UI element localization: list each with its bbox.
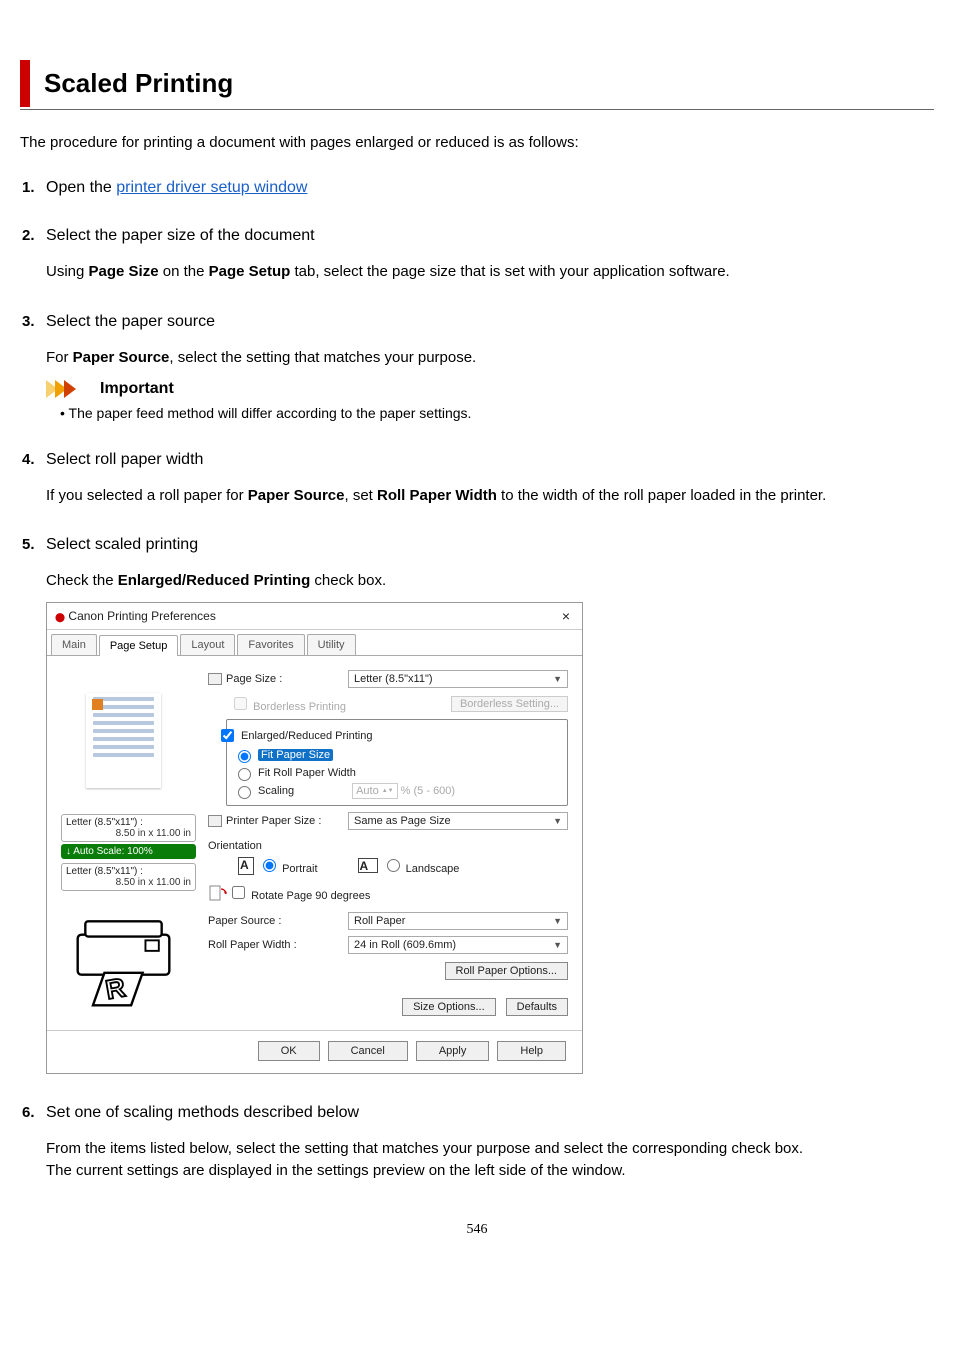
step6-body1: From the items listed below, select the … <box>46 1138 934 1160</box>
step5-body: Check the Enlarged/Reduced Printing chec… <box>46 570 934 592</box>
important-label: Important <box>100 380 174 398</box>
page-size-select[interactable]: Letter (8.5"x11")▼ <box>348 670 568 688</box>
printer-paper-size-icon <box>208 815 222 827</box>
rotate-90-checkbox[interactable]: Rotate Page 90 degrees <box>228 883 370 902</box>
output-size-caption: Letter (8.5"x11") : 8.50 in x 11.00 in <box>61 863 196 891</box>
enlarged-reduced-group: Enlarged/Reduced Printing Fit Paper Size… <box>226 719 568 806</box>
orientation-label: Orientation <box>208 840 568 852</box>
enlarged-reduced-checkbox[interactable]: Enlarged/Reduced Printing <box>217 726 561 745</box>
important-bullet: The paper feed method will differ accord… <box>60 405 934 421</box>
original-size-caption: Letter (8.5"x11") : 8.50 in x 11.00 in <box>61 814 196 842</box>
chevron-down-icon: ▼ <box>553 816 562 826</box>
paper-source-label: Paper Source : <box>208 915 348 927</box>
step5-head: Select scaled printing <box>46 536 934 554</box>
printer-paper-size-label: Printer Paper Size : <box>226 815 321 827</box>
roll-paper-width-select[interactable]: 24 in Roll (609.6mm)▼ <box>348 936 568 954</box>
dialog-title: ⬤ Canon Printing Preferences <box>55 609 216 623</box>
close-icon[interactable]: × <box>558 608 574 624</box>
step2-head: Select the paper size of the document <box>46 227 934 245</box>
portrait-icon: A <box>238 857 254 875</box>
intro-text: The procedure for printing a document wi… <box>20 134 934 151</box>
dialog-tabs: Main Page Setup Layout Favorites Utility <box>47 630 582 656</box>
page-size-icon <box>208 673 222 685</box>
page-size-label: Page Size : <box>226 673 282 685</box>
step2-body: Using Page Size on the Page Setup tab, s… <box>46 261 934 283</box>
chevron-down-icon: ▼ <box>553 916 562 926</box>
title-underline <box>20 109 934 110</box>
important-icon <box>46 379 94 399</box>
document-preview <box>61 670 186 810</box>
chevron-down-icon: ▼ <box>553 674 562 684</box>
chevron-down-icon: ▼ <box>553 940 562 950</box>
step6-head: Set one of scaling methods described bel… <box>46 1104 934 1122</box>
paper-source-select[interactable]: Roll Paper▼ <box>348 912 568 930</box>
step1-prefix: Open the <box>46 179 116 196</box>
step6-body2: The current settings are displayed in th… <box>46 1160 934 1182</box>
printer-illustration: R <box>61 901 186 1016</box>
step3-head: Select the paper source <box>46 313 934 331</box>
size-options-button[interactable]: Size Options... <box>402 998 496 1016</box>
roll-paper-options-button[interactable]: Roll Paper Options... <box>445 962 569 980</box>
tab-layout[interactable]: Layout <box>180 634 235 655</box>
roll-paper-width-label: Roll Paper Width : <box>208 939 348 951</box>
borderless-setting-button: Borderless Setting... <box>451 696 568 712</box>
printer-paper-size-select[interactable]: Same as Page Size▼ <box>348 812 568 830</box>
page-number: 546 <box>20 1222 934 1238</box>
ok-button[interactable]: OK <box>258 1041 320 1061</box>
fit-paper-size-radio[interactable]: Fit Paper Size <box>233 747 561 763</box>
step1-head: Open the printer driver setup window <box>46 179 307 196</box>
step4-head: Select roll paper width <box>46 451 934 469</box>
apply-button[interactable]: Apply <box>416 1041 490 1061</box>
rotate-icon <box>208 884 228 902</box>
print-preferences-dialog: ⬤ Canon Printing Preferences × Main Page… <box>46 602 583 1074</box>
printer-driver-setup-link[interactable]: printer driver setup window <box>116 179 307 196</box>
borderless-printing-checkbox[interactable]: Borderless Printing <box>230 694 346 713</box>
tab-main[interactable]: Main <box>51 634 97 655</box>
portrait-radio[interactable]: Portrait <box>258 856 318 875</box>
help-button[interactable]: Help <box>497 1041 566 1061</box>
scaling-radio[interactable]: Scaling Auto▲▼ % (5 - 600) <box>233 783 561 799</box>
scaling-spinner: Auto▲▼ <box>352 783 398 799</box>
cancel-button[interactable]: Cancel <box>328 1041 408 1061</box>
important-heading: Important <box>46 379 934 399</box>
landscape-radio[interactable]: Landscape <box>382 856 460 875</box>
page-title: Scaled Printing <box>44 68 233 98</box>
fit-roll-width-radio[interactable]: Fit Roll Paper Width <box>233 765 561 781</box>
tab-favorites[interactable]: Favorites <box>237 634 304 655</box>
defaults-button[interactable]: Defaults <box>506 998 568 1016</box>
tab-page-setup[interactable]: Page Setup <box>99 635 179 656</box>
landscape-icon: A <box>358 858 378 873</box>
step3-body: For Paper Source, select the setting tha… <box>46 347 934 369</box>
tab-utility[interactable]: Utility <box>307 634 356 655</box>
step4-body: If you selected a roll paper for Paper S… <box>46 485 934 507</box>
auto-scale-label: Auto Scale: 100% <box>61 844 196 859</box>
